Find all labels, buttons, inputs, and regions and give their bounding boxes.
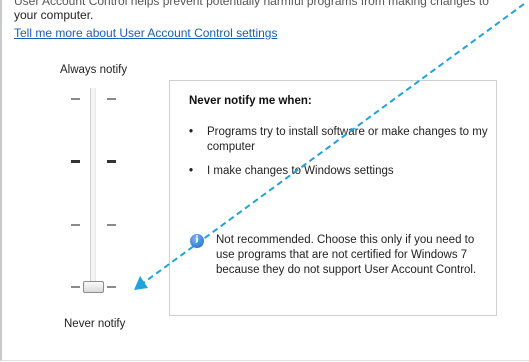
bullet-item: Programs try to install software or make… bbox=[189, 125, 489, 155]
info-text: Not recommended. Choose this only if you… bbox=[216, 234, 477, 276]
slider-bottom-label: Never notify bbox=[64, 318, 126, 330]
info-icon: i bbox=[190, 234, 204, 248]
bullet-list: Programs try to install software or make… bbox=[189, 125, 489, 188]
slider-tick bbox=[107, 160, 116, 163]
slider-tick bbox=[107, 286, 116, 288]
description-panel: Never notify me when: Programs try to in… bbox=[169, 80, 497, 316]
intro-text-cut: User Account Control helps prevent poten… bbox=[14, 0, 489, 8]
bullet-item: I make changes to Windows settings bbox=[189, 164, 489, 179]
slider-tick bbox=[71, 286, 80, 288]
notification-level-slider[interactable] bbox=[62, 88, 132, 300]
slider-tick bbox=[107, 224, 116, 226]
annotation-arrowhead bbox=[134, 276, 148, 290]
slider-tick bbox=[71, 98, 80, 100]
slider-track[interactable] bbox=[90, 88, 96, 290]
intro-text: your computer. bbox=[14, 8, 94, 22]
slider-tick bbox=[71, 160, 80, 163]
uac-settings-window: User Account Control helps prevent poten… bbox=[0, 0, 529, 361]
slider-tick bbox=[71, 224, 80, 226]
slider-top-label: Always notify bbox=[60, 64, 128, 76]
learn-more-link[interactable]: Tell me more about User Account Control … bbox=[14, 26, 277, 40]
slider-tick bbox=[107, 98, 116, 100]
panel-title: Never notify me when: bbox=[189, 95, 312, 107]
slider-thumb[interactable] bbox=[83, 281, 104, 293]
